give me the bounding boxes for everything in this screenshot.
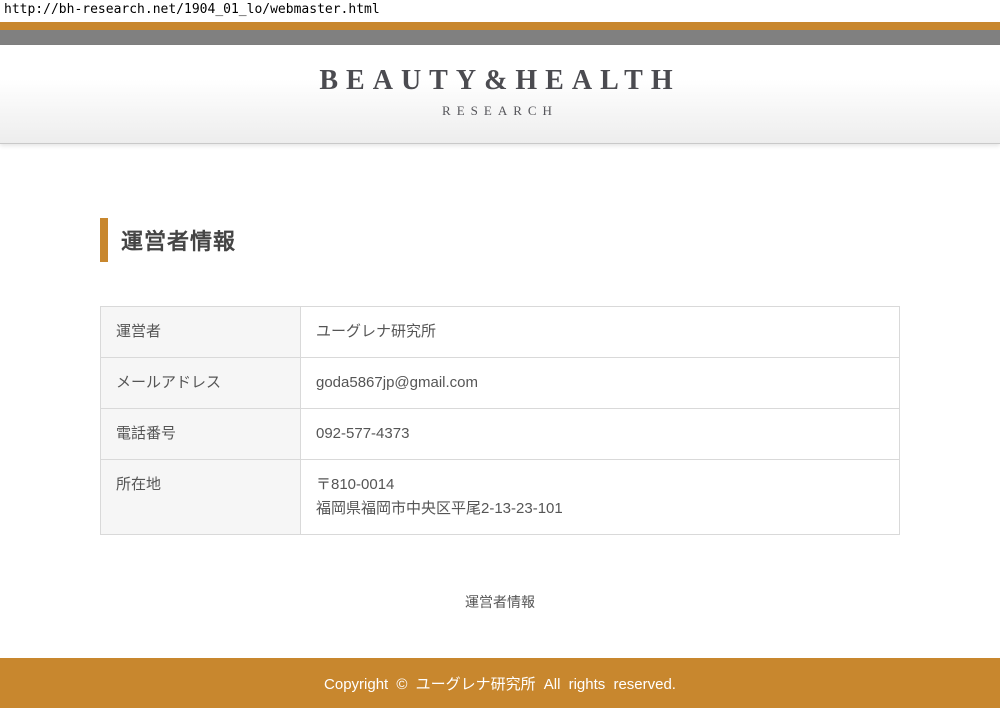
copyright-bar: Copyright © ユーグレナ研究所 All rights reserved… <box>0 658 1000 708</box>
row-label: 運営者 <box>101 307 301 358</box>
footer-nav: 運営者情報 <box>0 592 1000 612</box>
site-logo-subtitle: RESEARCH <box>0 103 1000 119</box>
row-label: メールアドレス <box>101 358 301 409</box>
street-address: 福岡県福岡市中央区平尾2-13-23-101 <box>316 497 884 521</box>
table-row-phone: 電話番号 092-577-4373 <box>101 409 900 460</box>
copyright-text: Copyright © ユーグレナ研究所 All rights reserved… <box>324 673 676 694</box>
accent-strip <box>0 22 1000 30</box>
row-value: ユーグレナ研究所 <box>301 307 900 358</box>
postal-code: 〒810-0014 <box>316 473 884 497</box>
table-row-address: 所在地 〒810-0014 福岡県福岡市中央区平尾2-13-23-101 <box>101 460 900 535</box>
site-logo-title: BEAUTY&HEALTH <box>0 65 1000 97</box>
page-heading-block: 運営者情報 <box>100 218 900 262</box>
table-row-email: メールアドレス goda5867jp@gmail.com <box>101 358 900 409</box>
main-content: 運営者情報 運営者 ユーグレナ研究所 メールアドレス goda5867jp@gm… <box>0 144 1000 612</box>
table-row-operator: 運営者 ユーグレナ研究所 <box>101 307 900 358</box>
row-value: goda5867jp@gmail.com <box>301 358 900 409</box>
site-header: BEAUTY&HEALTH RESEARCH <box>0 45 1000 144</box>
row-value: 092-577-4373 <box>301 409 900 460</box>
row-label: 所在地 <box>101 460 301 535</box>
footer-nav-link-operator-info[interactable]: 運営者情報 <box>465 594 535 610</box>
page-title: 運営者情報 <box>121 224 236 256</box>
row-label: 電話番号 <box>101 409 301 460</box>
operator-info-table: 運営者 ユーグレナ研究所 メールアドレス goda5867jp@gmail.co… <box>100 306 900 535</box>
gray-strip <box>0 30 1000 45</box>
row-value: 〒810-0014 福岡県福岡市中央区平尾2-13-23-101 <box>301 460 900 535</box>
captured-url-text: http://bh-research.net/1904_01_lo/webmas… <box>0 0 1000 22</box>
